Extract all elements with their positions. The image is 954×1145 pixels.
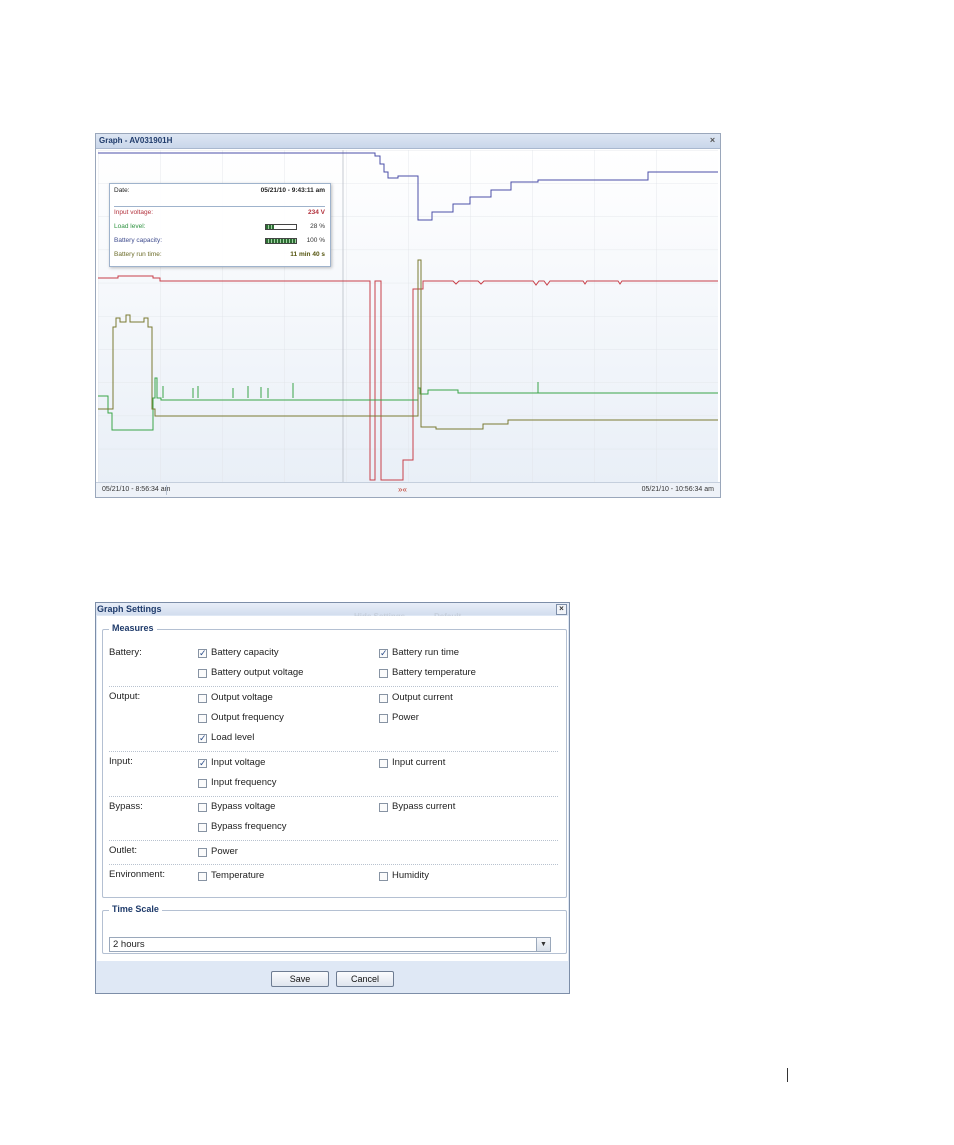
- load-level-bar: [265, 224, 297, 230]
- input-current-label: Input current: [392, 757, 446, 768]
- tooltip-date-row: Date: 05/21/10 - 9:43:11 am: [114, 186, 325, 196]
- output-current-checkbox[interactable]: [379, 694, 388, 703]
- input-category-label: Input:: [109, 756, 133, 767]
- battery-temperature-label: Battery temperature: [392, 667, 476, 678]
- cancel-button[interactable]: Cancel: [336, 971, 394, 987]
- bypass-category-label: Bypass:: [109, 801, 143, 812]
- tooltip-input-voltage-value: 234 V: [308, 209, 325, 216]
- tooltip-input-voltage-label: Input voltage:: [114, 209, 154, 216]
- outlet-power-checkbox[interactable]: [198, 848, 207, 857]
- end-time: 05/21/10 - 10:56:34 am: [641, 486, 714, 493]
- graph-title-bar[interactable]: Graph - AV031901H ×: [96, 134, 720, 149]
- tooltip-date-label: Date:: [114, 187, 130, 194]
- tooltip-load-level-label: Load level:: [114, 223, 146, 230]
- input-frequency-label: Input frequency: [211, 777, 277, 788]
- start-time: 05/21/10 - 8:56:34 am: [102, 486, 171, 493]
- output-frequency-checkbox[interactable]: [198, 714, 207, 723]
- bypass-voltage-label: Bypass voltage: [211, 801, 276, 812]
- battery-capacity-checkbox[interactable]: ✓: [198, 649, 207, 658]
- page-margin-mark: [787, 1068, 788, 1082]
- settings-body: Measures Battery: ✓ Battery capacity ✓ B…: [97, 616, 568, 961]
- battery-run-time-checkbox[interactable]: ✓: [379, 649, 388, 658]
- tooltip-date-value: 05/21/10 - 9:43:11 am: [260, 187, 325, 194]
- graph-settings-dialog: Graph Settings Hide Settings Default × M…: [95, 602, 570, 994]
- bypass-frequency-checkbox[interactable]: [198, 823, 207, 832]
- output-power-label: Power: [392, 712, 419, 723]
- zoom-icon[interactable]: »«: [398, 483, 407, 497]
- input-voltage-label: Input voltage: [211, 757, 266, 768]
- load-level-bar-fill: [266, 225, 275, 229]
- save-button[interactable]: Save: [271, 971, 329, 987]
- environment-humidity-label: Humidity: [392, 870, 429, 881]
- environment-category-label: Environment:: [109, 869, 165, 880]
- row-separator: [109, 864, 558, 865]
- bypass-current-checkbox[interactable]: [379, 803, 388, 812]
- tooltip-battery-capacity-label: Battery capacity:: [114, 237, 163, 244]
- tooltip-divider: [114, 206, 325, 207]
- data-tooltip: Date: 05/21/10 - 9:43:11 am Input voltag…: [109, 183, 331, 267]
- bypass-frequency-label: Bypass frequency: [211, 821, 287, 832]
- environment-humidity-checkbox[interactable]: [379, 872, 388, 881]
- settings-title-bar[interactable]: Graph Settings Hide Settings Default ×: [96, 603, 569, 621]
- battery-run-time-label: Battery run time: [392, 647, 460, 658]
- battery-output-voltage-label: Battery output voltage: [211, 667, 304, 678]
- battery-capacity-label: Battery capacity: [211, 647, 279, 658]
- tooltip-battery-runtime-value: 11 min 40 s: [290, 251, 325, 258]
- environment-temperature-checkbox[interactable]: [198, 872, 207, 881]
- bypass-current-label: Bypass current: [392, 801, 456, 812]
- tooltip-battery-capacity-row: Battery capacity: 100 %: [114, 236, 325, 246]
- outlet-category-label: Outlet:: [109, 845, 137, 856]
- measures-fieldset: Measures Battery: ✓ Battery capacity ✓ B…: [102, 623, 567, 898]
- output-voltage-checkbox[interactable]: [198, 694, 207, 703]
- bypass-voltage-checkbox[interactable]: [198, 803, 207, 812]
- output-power-checkbox[interactable]: [379, 714, 388, 723]
- close-icon[interactable]: ×: [708, 136, 717, 145]
- chevron-down-icon[interactable]: ▼: [536, 938, 550, 951]
- tooltip-load-level-row: Load level: 28 %: [114, 222, 325, 232]
- environment-temperature-label: Temperature: [211, 870, 265, 881]
- battery-output-voltage-checkbox[interactable]: [198, 669, 207, 678]
- time-scale-select[interactable]: 2 hours ▼: [109, 937, 551, 952]
- battery-temperature-checkbox[interactable]: [379, 669, 388, 678]
- input-voltage-checkbox[interactable]: ✓: [198, 759, 207, 768]
- battery-capacity-bar-fill: [266, 239, 296, 243]
- tooltip-battery-runtime-row: Battery run time: 11 min 40 s: [114, 250, 325, 260]
- tooltip-load-level-value: 28 %: [310, 223, 325, 230]
- graph-title: Graph - AV031901H: [99, 136, 173, 145]
- battery-capacity-bar: [265, 238, 297, 244]
- close-icon[interactable]: ×: [556, 604, 567, 615]
- output-current-label: Output current: [392, 692, 453, 703]
- graph-window: Graph - AV031901H × Date: 05/21/10 - 9:4…: [95, 133, 721, 498]
- battery-category-label: Battery:: [109, 647, 142, 658]
- footer-separator: [166, 485, 167, 495]
- row-separator: [109, 686, 558, 687]
- output-category-label: Output:: [109, 691, 141, 702]
- load-level-label: Load level: [211, 732, 255, 743]
- input-frequency-checkbox[interactable]: [198, 779, 207, 788]
- output-voltage-label: Output voltage: [211, 692, 273, 703]
- tooltip-battery-runtime-label: Battery run time:: [114, 251, 162, 258]
- time-scale-value: 2 hours: [113, 939, 145, 950]
- row-separator: [109, 751, 558, 752]
- output-frequency-label: Output frequency: [211, 712, 284, 723]
- tooltip-battery-capacity-value: 100 %: [306, 237, 325, 244]
- time-scale-legend: Time Scale: [109, 904, 162, 914]
- row-separator: [109, 796, 558, 797]
- settings-title: Graph Settings: [97, 604, 162, 614]
- load-level-checkbox[interactable]: ✓: [198, 734, 207, 743]
- row-separator: [109, 840, 558, 841]
- outlet-power-label: Power: [211, 846, 238, 857]
- tooltip-input-voltage-row: Input voltage: 234 V: [114, 208, 325, 218]
- measures-legend: Measures: [109, 623, 157, 633]
- input-current-checkbox[interactable]: [379, 759, 388, 768]
- graph-footer: 05/21/10 - 8:56:34 am »« 05/21/10 - 10:5…: [96, 482, 720, 497]
